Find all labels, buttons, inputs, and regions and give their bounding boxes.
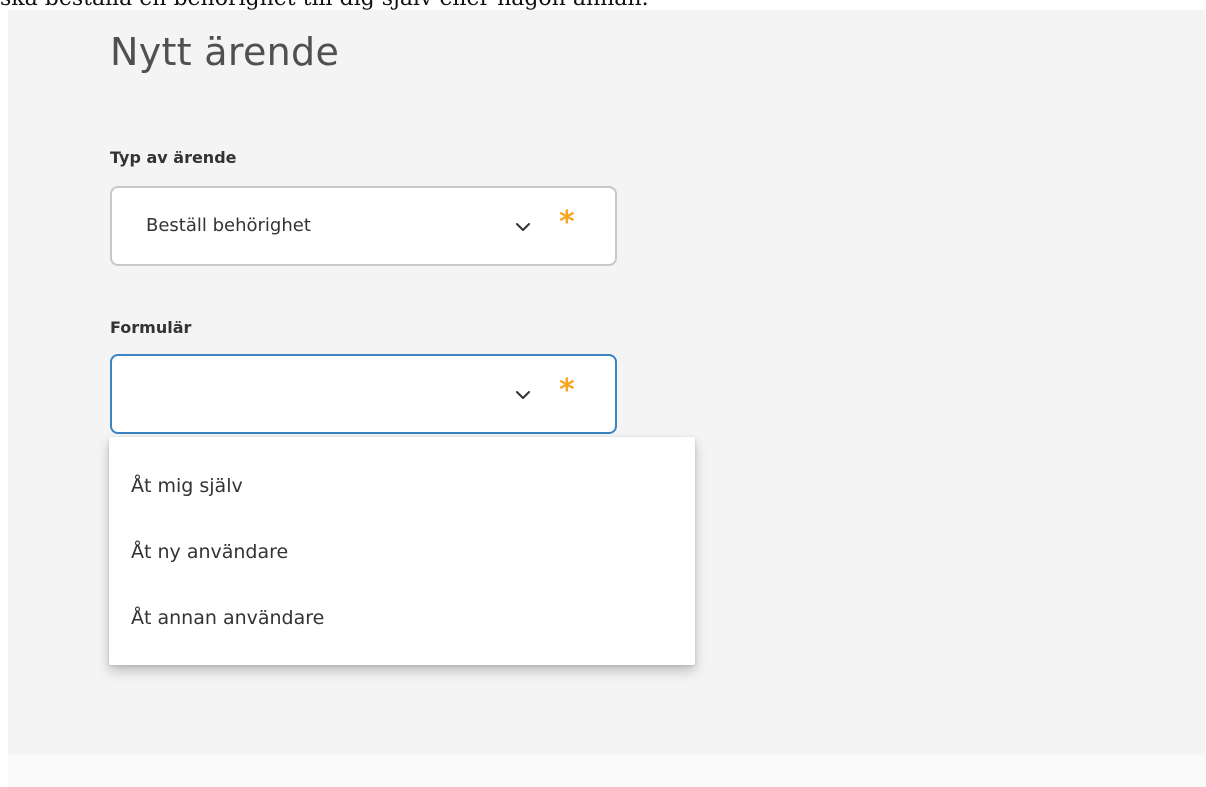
page-title: Nytt ärende xyxy=(110,30,340,74)
footer-strip xyxy=(8,755,1205,787)
chevron-down-icon xyxy=(516,223,530,231)
form-dropdown-menu: Åt mig själv Åt ny användare Åt annan an… xyxy=(109,437,695,665)
option-at-mig-sjalv[interactable]: Åt mig själv xyxy=(131,475,243,497)
chevron-down-icon xyxy=(516,391,530,399)
form-label: Formulär xyxy=(110,318,192,337)
form-select[interactable]: * xyxy=(110,354,617,434)
case-type-value: Beställ behörighet xyxy=(146,215,311,236)
asterisk-icon: * xyxy=(559,205,575,240)
option-at-annan-anvandare[interactable]: Åt annan användare xyxy=(131,607,324,629)
asterisk-icon: * xyxy=(559,373,575,408)
case-type-label: Typ av ärende xyxy=(110,148,237,167)
option-at-ny-anvandare[interactable]: Åt ny användare xyxy=(131,541,288,563)
case-type-select[interactable]: Beställ behörighet * xyxy=(110,186,617,266)
